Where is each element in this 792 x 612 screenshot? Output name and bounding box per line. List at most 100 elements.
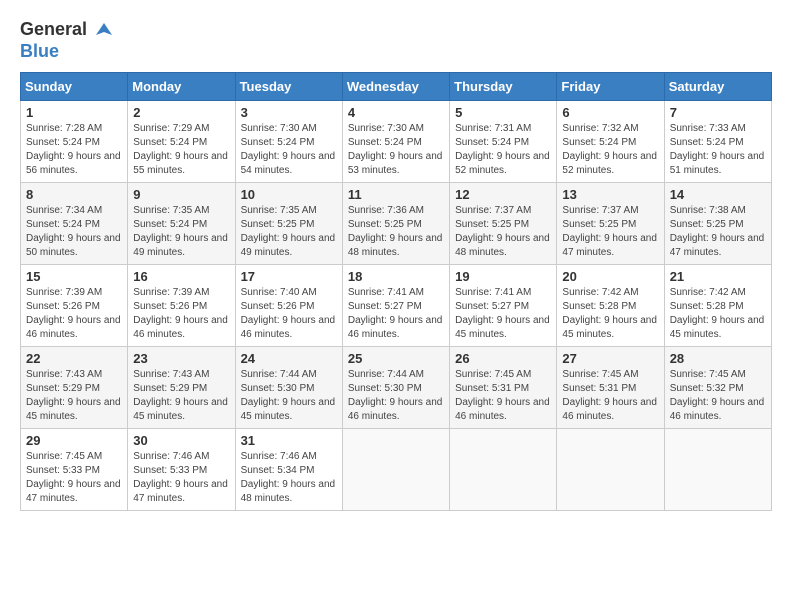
day-cell: 7 Sunrise: 7:33 AMSunset: 5:24 PMDaylight… [664, 100, 771, 182]
day-cell: 27Sunrise: 7:45 AMSunset: 5:31 PMDayligh… [557, 346, 664, 428]
weekday-row: SundayMondayTuesdayWednesdayThursdayFrid… [21, 72, 772, 100]
day-info: Sunrise: 7:30 AMSunset: 5:24 PMDaylight:… [241, 122, 337, 178]
weekday-header-monday: Monday [128, 72, 235, 100]
day-info: Sunrise: 7:38 AMSunset: 5:25 PMDaylight:… [670, 204, 766, 260]
day-cell: 17Sunrise: 7:40 AMSunset: 5:26 PMDayligh… [235, 264, 342, 346]
day-cell: 16Sunrise: 7:39 AMSunset: 5:26 PMDayligh… [128, 264, 235, 346]
day-info: Sunrise: 7:43 AMSunset: 5:29 PMDaylight:… [26, 368, 122, 424]
day-info: Sunrise: 7:33 AMSunset: 5:24 PMDaylight:… [670, 122, 766, 178]
day-number: 26 [455, 351, 551, 366]
day-number: 10 [241, 187, 337, 202]
day-cell: 19 Sunrise: 7:41 AMSunset: 5:27 PMDayligh… [450, 264, 557, 346]
week-row-2: 8 Sunrise: 7:34 AMSunset: 5:24 PMDaylight… [21, 182, 772, 264]
logo-blue: Blue [20, 41, 59, 61]
week-row-3: 15 Sunrise: 7:39 AMSunset: 5:26 PMDayligh… [21, 264, 772, 346]
day-info: Sunrise: 7:35 AMSunset: 5:24 PMDaylight:… [133, 204, 229, 260]
day-info: Sunrise: 7:44 AMSunset: 5:30 PMDaylight:… [241, 368, 337, 424]
day-cell: 4 Sunrise: 7:30 AMSunset: 5:24 PMDaylight… [342, 100, 449, 182]
day-number: 7 [670, 105, 766, 120]
day-cell: 24 Sunrise: 7:44 AMSunset: 5:30 PMDayligh… [235, 346, 342, 428]
logo-bird-icon [94, 21, 114, 41]
calendar: SundayMondayTuesdayWednesdayThursdayFrid… [20, 72, 772, 511]
weekday-header-sunday: Sunday [21, 72, 128, 100]
day-cell: 29Sunrise: 7:45 AMSunset: 5:33 PMDayligh… [21, 428, 128, 510]
header: General Blue [20, 20, 772, 62]
day-info: Sunrise: 7:39 AMSunset: 5:26 PMDaylight:… [26, 286, 122, 342]
day-cell [342, 428, 449, 510]
day-cell: 22Sunrise: 7:43 AMSunset: 5:29 PMDayligh… [21, 346, 128, 428]
day-info: Sunrise: 7:41 AMSunset: 5:27 PMDaylight:… [455, 286, 551, 342]
day-cell: 11 Sunrise: 7:36 AMSunset: 5:25 PMDayligh… [342, 182, 449, 264]
weekday-header-friday: Friday [557, 72, 664, 100]
day-cell: 20 Sunrise: 7:42 AMSunset: 5:28 PMDayligh… [557, 264, 664, 346]
day-number: 5 [455, 105, 551, 120]
day-number: 6 [562, 105, 658, 120]
calendar-body: 1 Sunrise: 7:28 AMSunset: 5:24 PMDaylight… [21, 100, 772, 510]
week-row-1: 1 Sunrise: 7:28 AMSunset: 5:24 PMDaylight… [21, 100, 772, 182]
day-number: 9 [133, 187, 229, 202]
day-info: Sunrise: 7:45 AMSunset: 5:33 PMDaylight:… [26, 450, 122, 506]
day-number: 2 [133, 105, 229, 120]
day-info: Sunrise: 7:41 AMSunset: 5:27 PMDaylight:… [348, 286, 444, 342]
day-info: Sunrise: 7:45 AMSunset: 5:32 PMDaylight:… [670, 368, 766, 424]
day-info: Sunrise: 7:42 AMSunset: 5:28 PMDaylight:… [562, 286, 658, 342]
logo-general: General [20, 19, 87, 39]
day-cell: 5 Sunrise: 7:31 AMSunset: 5:24 PMDaylight… [450, 100, 557, 182]
day-info: Sunrise: 7:42 AMSunset: 5:28 PMDaylight:… [670, 286, 766, 342]
day-cell: 18Sunrise: 7:41 AMSunset: 5:27 PMDayligh… [342, 264, 449, 346]
day-cell: 9 Sunrise: 7:35 AMSunset: 5:24 PMDaylight… [128, 182, 235, 264]
day-cell: 12 Sunrise: 7:37 AMSunset: 5:25 PMDayligh… [450, 182, 557, 264]
day-info: Sunrise: 7:32 AMSunset: 5:24 PMDaylight:… [562, 122, 658, 178]
day-cell: 13Sunrise: 7:37 AMSunset: 5:25 PMDayligh… [557, 182, 664, 264]
day-info: Sunrise: 7:44 AMSunset: 5:30 PMDaylight:… [348, 368, 444, 424]
day-info: Sunrise: 7:37 AMSunset: 5:25 PMDaylight:… [562, 204, 658, 260]
day-number: 14 [670, 187, 766, 202]
day-cell: 28Sunrise: 7:45 AMSunset: 5:32 PMDayligh… [664, 346, 771, 428]
day-info: Sunrise: 7:36 AMSunset: 5:25 PMDaylight:… [348, 204, 444, 260]
day-cell: 26 Sunrise: 7:45 AMSunset: 5:31 PMDayligh… [450, 346, 557, 428]
day-info: Sunrise: 7:30 AMSunset: 5:24 PMDaylight:… [348, 122, 444, 178]
day-cell [557, 428, 664, 510]
weekday-header-wednesday: Wednesday [342, 72, 449, 100]
day-number: 11 [348, 187, 444, 202]
day-number: 24 [241, 351, 337, 366]
day-number: 21 [670, 269, 766, 284]
day-cell [450, 428, 557, 510]
day-number: 19 [455, 269, 551, 284]
day-cell: 15 Sunrise: 7:39 AMSunset: 5:26 PMDayligh… [21, 264, 128, 346]
week-row-4: 22Sunrise: 7:43 AMSunset: 5:29 PMDayligh… [21, 346, 772, 428]
day-info: Sunrise: 7:40 AMSunset: 5:26 PMDaylight:… [241, 286, 337, 342]
day-cell: 6 Sunrise: 7:32 AMSunset: 5:24 PMDaylight… [557, 100, 664, 182]
day-number: 31 [241, 433, 337, 448]
day-cell: 8 Sunrise: 7:34 AMSunset: 5:24 PMDaylight… [21, 182, 128, 264]
day-cell: 31 Sunrise: 7:46 AMSunset: 5:34 PMDayligh… [235, 428, 342, 510]
day-number: 1 [26, 105, 122, 120]
calendar-header: SundayMondayTuesdayWednesdayThursdayFrid… [21, 72, 772, 100]
day-number: 12 [455, 187, 551, 202]
day-info: Sunrise: 7:28 AMSunset: 5:24 PMDaylight:… [26, 122, 122, 178]
weekday-header-tuesday: Tuesday [235, 72, 342, 100]
day-info: Sunrise: 7:45 AMSunset: 5:31 PMDaylight:… [562, 368, 658, 424]
day-cell: 21 Sunrise: 7:42 AMSunset: 5:28 PMDayligh… [664, 264, 771, 346]
day-number: 15 [26, 269, 122, 284]
day-cell: 14 Sunrise: 7:38 AMSunset: 5:25 PMDayligh… [664, 182, 771, 264]
week-row-5: 29Sunrise: 7:45 AMSunset: 5:33 PMDayligh… [21, 428, 772, 510]
day-info: Sunrise: 7:43 AMSunset: 5:29 PMDaylight:… [133, 368, 229, 424]
day-number: 4 [348, 105, 444, 120]
day-info: Sunrise: 7:34 AMSunset: 5:24 PMDaylight:… [26, 204, 122, 260]
day-info: Sunrise: 7:45 AMSunset: 5:31 PMDaylight:… [455, 368, 551, 424]
day-info: Sunrise: 7:46 AMSunset: 5:33 PMDaylight:… [133, 450, 229, 506]
day-info: Sunrise: 7:31 AMSunset: 5:24 PMDaylight:… [455, 122, 551, 178]
day-info: Sunrise: 7:46 AMSunset: 5:34 PMDaylight:… [241, 450, 337, 506]
day-cell [664, 428, 771, 510]
day-number: 25 [348, 351, 444, 366]
day-cell: 23Sunrise: 7:43 AMSunset: 5:29 PMDayligh… [128, 346, 235, 428]
day-info: Sunrise: 7:37 AMSunset: 5:25 PMDaylight:… [455, 204, 551, 260]
day-cell: 30Sunrise: 7:46 AMSunset: 5:33 PMDayligh… [128, 428, 235, 510]
day-number: 16 [133, 269, 229, 284]
day-number: 3 [241, 105, 337, 120]
day-number: 20 [562, 269, 658, 284]
day-info: Sunrise: 7:29 AMSunset: 5:24 PMDaylight:… [133, 122, 229, 178]
day-cell: 2 Sunrise: 7:29 AMSunset: 5:24 PMDaylight… [128, 100, 235, 182]
day-number: 8 [26, 187, 122, 202]
